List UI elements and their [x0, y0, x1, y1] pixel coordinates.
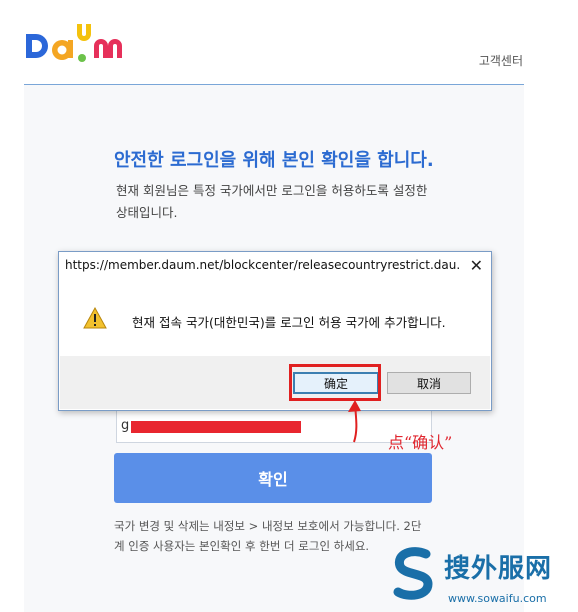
- warning-icon: [83, 307, 107, 329]
- dialog-footer: 确定 取消: [60, 356, 490, 409]
- dialog-message: 현재 접속 국가(대한민국)를 로그인 허용 국가에 추가합니다.: [132, 315, 446, 330]
- annotation-label: 点“确认”: [388, 433, 453, 452]
- watermark-url: www.sowaifu.com: [448, 592, 547, 605]
- id-input[interactable]: g: [116, 409, 432, 443]
- site-watermark: 搜外服网 www.sowaifu.com: [392, 546, 572, 610]
- watermark-name: 搜外服网: [444, 554, 553, 584]
- redaction-bar: [131, 421, 301, 433]
- daum-logo[interactable]: [22, 20, 132, 66]
- dialog-cancel-button[interactable]: 取消: [387, 372, 471, 394]
- dialog-body: 현재 접속 국가(대한민국)를 로그인 허용 국가에 추가합니다.: [60, 280, 490, 356]
- ok-button-highlight-box: [289, 364, 381, 401]
- customer-center-link[interactable]: 고객센터: [479, 52, 523, 69]
- pointer-arrow-icon: [348, 400, 361, 443]
- watermark-s-logo-icon: [393, 547, 433, 600]
- confirm-button[interactable]: 확인: [114, 453, 432, 503]
- alert-dialog: https://member.daum.net/blockcenter/rele…: [58, 251, 492, 411]
- dialog-title: https://member.daum.net/blockcenter/rele…: [65, 258, 459, 272]
- page-title: 안전한 로그인을 위해 본인 확인을 합니다.: [114, 150, 434, 171]
- page-description: 현재 회원님은 특정 국가에서만 로그인을 허용하도록 설정한 상태입니다.: [116, 183, 428, 220]
- close-icon[interactable]: ✕: [470, 256, 483, 275]
- daum-logo-graphic: [26, 24, 122, 62]
- help-note: 국가 변경 및 삭제는 내정보 > 내정보 보호에서 가능합니다. 2단계 인증…: [114, 519, 422, 553]
- id-input-value: g: [121, 418, 130, 433]
